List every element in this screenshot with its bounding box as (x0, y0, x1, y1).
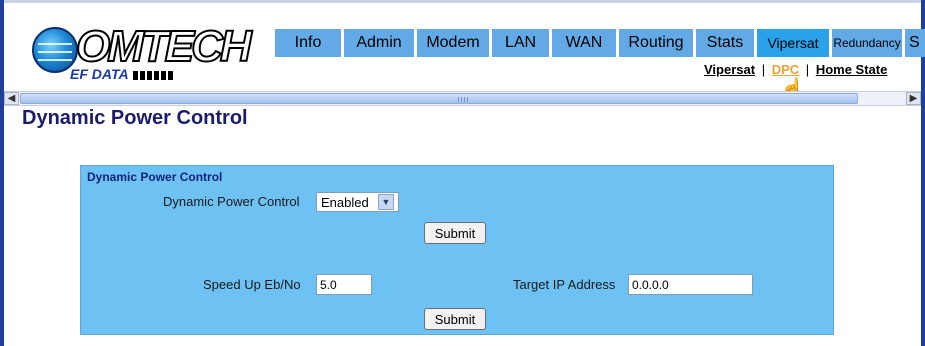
tab-wan[interactable]: WAN (552, 29, 616, 57)
target-ip-input[interactable] (628, 274, 753, 295)
logo-subtitle: EF DATA (70, 65, 280, 83)
submit-dpc-button[interactable]: Submit (424, 222, 486, 244)
tab-redundancy[interactable]: Redundancy (832, 29, 902, 57)
horizontal-scrollbar[interactable]: ◀ ▶ (4, 91, 921, 106)
submit-settings-button[interactable]: Submit (424, 308, 486, 330)
comtech-logo: OMTECH EF DATA (24, 22, 282, 82)
window-top-border (0, 0, 925, 3)
speed-up-ebno-label: Speed Up Eb/No (203, 277, 301, 292)
tab-routing[interactable]: Routing (619, 29, 693, 57)
tab-modem[interactable]: Modem (417, 29, 489, 57)
dpc-settings-panel: Dynamic Power Control Dynamic Power Cont… (80, 165, 834, 335)
subnav-link-vipersat[interactable]: Vipersat (704, 62, 755, 77)
scroll-right-icon[interactable]: ▶ (906, 92, 921, 105)
tab-stats[interactable]: Stats (696, 29, 754, 57)
sub-navigation: Vipersat | DPC | Home State (704, 62, 887, 77)
panel-heading: Dynamic Power Control (87, 170, 223, 184)
tab-vipersat[interactable]: Vipersat (757, 29, 829, 57)
logo-word: OMTECH (75, 22, 253, 72)
dpc-label: Dynamic Power Control (163, 194, 300, 209)
main-nav: Info Admin Modem LAN WAN Routing Stats V… (275, 25, 925, 57)
tab-lan[interactable]: LAN (492, 29, 549, 57)
scrollbar-thumb[interactable] (20, 93, 858, 104)
dpc-select-value: Enabled (321, 194, 369, 210)
tab-admin[interactable]: Admin (344, 29, 414, 57)
target-ip-label: Target IP Address (513, 277, 616, 292)
chevron-down-icon[interactable]: ▼ (378, 194, 394, 210)
subnav-link-home-state[interactable]: Home State (816, 62, 888, 77)
subnav-separator: | (761, 62, 766, 77)
tab-info[interactable]: Info (275, 29, 341, 57)
window-left-border (0, 0, 4, 346)
subnav-link-dpc[interactable]: DPC (772, 62, 799, 77)
dpc-select[interactable]: Enabled ▼ (316, 192, 399, 212)
subnav-separator: | (805, 62, 810, 77)
page-title: Dynamic Power Control (22, 107, 248, 129)
tab-s-truncated[interactable]: S (905, 29, 925, 57)
speed-up-ebno-input[interactable] (316, 274, 372, 295)
scroll-left-icon[interactable]: ◀ (4, 92, 19, 105)
